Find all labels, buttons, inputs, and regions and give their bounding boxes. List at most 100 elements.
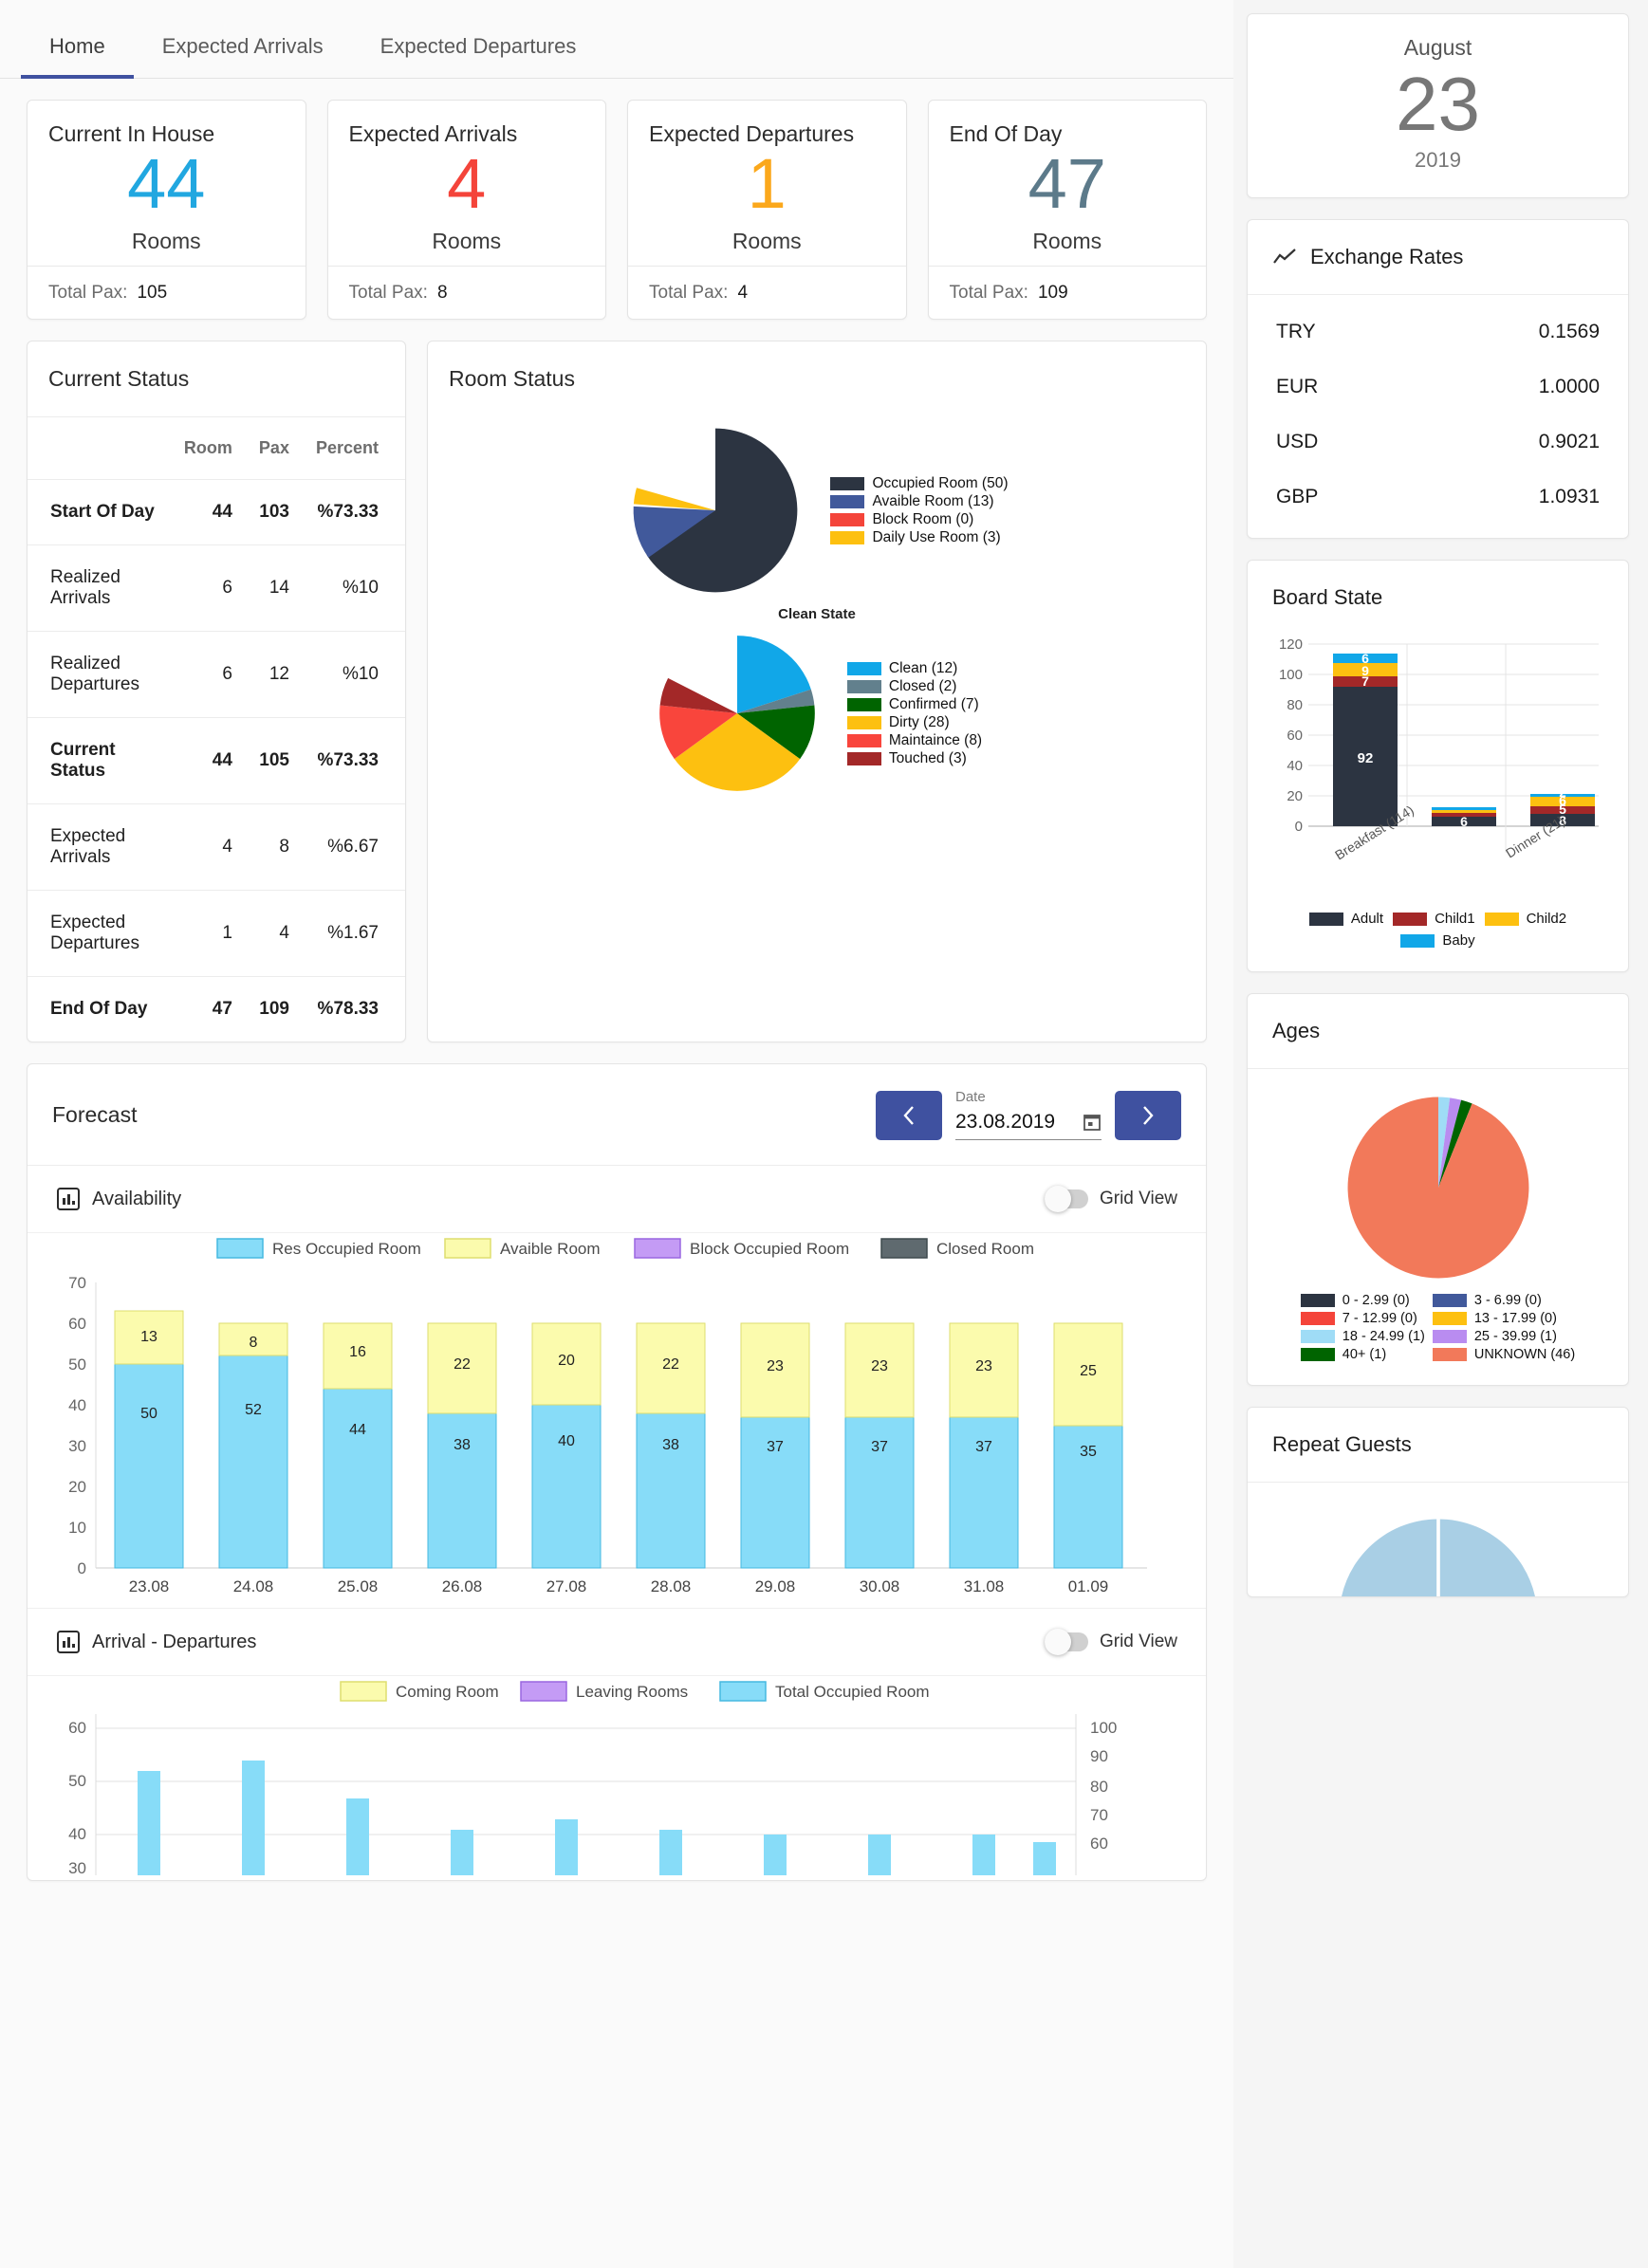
legend-item: Daily Use Room (3) xyxy=(830,529,1008,546)
board-state-card: Board State 120 100 80 60 40 20 0 92 7 9… xyxy=(1247,560,1629,972)
previous-date-button[interactable] xyxy=(876,1091,942,1140)
svg-text:70: 70 xyxy=(1090,1806,1108,1824)
kpi-body: 1 Rooms xyxy=(628,139,906,266)
col-blank xyxy=(28,416,171,480)
availability-grid-view-toggle[interactable] xyxy=(1044,1186,1088,1212)
tab-bar: Home Expected Arrivals Expected Departur… xyxy=(0,0,1233,79)
kpi-card-expected-departures[interactable]: Expected Departures 1 Rooms Total Pax: 4 xyxy=(627,100,907,320)
total-pax-label: Total Pax: xyxy=(649,282,729,303)
calendar-icon[interactable] xyxy=(1083,1113,1102,1132)
date-input-inner[interactable]: 23.08.2019 xyxy=(955,1111,1102,1140)
svg-text:23: 23 xyxy=(975,1358,992,1374)
total-pax-value: 4 xyxy=(737,282,749,303)
svg-text:8: 8 xyxy=(250,1335,258,1351)
total-pax-value: 109 xyxy=(1037,282,1068,303)
repeat-guests-pie-wrap xyxy=(1248,1483,1628,1596)
rate-row: EUR 1.0000 xyxy=(1248,360,1628,415)
kpi-card-row: Current In House 44 Rooms Total Pax: 105… xyxy=(0,79,1233,320)
legend-swatch-0-2 xyxy=(1300,1294,1335,1307)
availability-chart: Res Occupied Room Avaible Room Block Occ… xyxy=(68,1238,1147,1595)
svg-text:30: 30 xyxy=(68,1859,86,1875)
svg-text:30: 30 xyxy=(68,1437,86,1455)
svg-text:6: 6 xyxy=(1361,651,1369,666)
clean-state-pie-block: Clean (12) Closed (2) Confirmed (7) Dirt… xyxy=(428,628,1206,799)
legend-item: UNKNOWN (46) xyxy=(1432,1347,1575,1362)
svg-text:40: 40 xyxy=(68,1825,86,1843)
arrival-departures-chart: Coming Room Leaving Rooms Total Occupied… xyxy=(68,1681,1117,1877)
kpi-card-current-in-house[interactable]: Current In House 44 Rooms Total Pax: 105 xyxy=(27,100,306,320)
legend-label: Baby xyxy=(1442,932,1475,949)
col-pax: Pax xyxy=(245,416,303,480)
row-pax: 109 xyxy=(245,976,303,1042)
legend-swatch-total-occupied-room xyxy=(719,1681,767,1702)
board-state-title: Board State xyxy=(1272,585,1383,609)
bar-group-4: 40 20 27.08 xyxy=(531,1322,602,1595)
next-date-button[interactable] xyxy=(1115,1091,1181,1140)
room-status-pie-block: Occupied Room (50) Avaible Room (13) Blo… xyxy=(428,420,1206,600)
kpi-card-end-of-day[interactable]: End Of Day 47 Rooms Total Pax: 109 xyxy=(927,100,1207,320)
legend-swatch-avaible-room xyxy=(830,494,865,508)
arrival-departures-grid-view-toggle-group[interactable]: Grid View xyxy=(1044,1629,1177,1655)
svg-text:60: 60 xyxy=(1287,728,1303,744)
room-status-legend: Occupied Room (50) Avaible Room (13) Blo… xyxy=(830,475,1009,546)
legend-item: Avaible Room (13) xyxy=(830,493,1008,510)
board-state-bar-dinner: 8 5 6 2 Dinner (21) xyxy=(1503,785,1595,861)
svg-text:10: 10 xyxy=(68,1519,86,1537)
kpi-value: 1 xyxy=(747,143,787,223)
availability-grid-view-toggle-group[interactable]: Grid View xyxy=(1044,1186,1177,1212)
legend-label-res-occupied-room: Res Occupied Room xyxy=(272,1240,421,1258)
kpi-card-expected-arrivals[interactable]: Expected Arrivals 4 Rooms Total Pax: 8 xyxy=(326,100,606,320)
arrival-departures-grid-view-toggle[interactable] xyxy=(1044,1629,1088,1655)
arrival-departures-label: Arrival - Departures xyxy=(92,1631,257,1652)
availability-label-group: Availability xyxy=(56,1187,181,1211)
legend-swatch-coming-room xyxy=(340,1681,387,1702)
table-row: End Of Day 47 109 %78.33 xyxy=(28,976,405,1042)
legend-item: Clean (12) xyxy=(846,660,982,677)
total-pax-value: 105 xyxy=(137,282,168,303)
kpi-footer: Total Pax: 4 xyxy=(628,266,906,319)
table-row: Start Of Day 44 103 %73.33 xyxy=(28,479,405,545)
svg-text:37: 37 xyxy=(871,1439,888,1455)
room-status-card: Room Status Occupied Room (50) Avaible R… xyxy=(427,341,1207,1042)
clean-state-title: Clean State xyxy=(778,606,856,622)
kpi-footer: Total Pax: 8 xyxy=(327,266,605,319)
repeat-guests-pie-chart xyxy=(1341,1517,1535,1596)
kpi-value: 44 xyxy=(127,143,206,223)
row-label: End Of Day xyxy=(28,976,171,1042)
exchange-rates-header: Exchange Rates xyxy=(1248,220,1628,295)
room-status-pie-chart xyxy=(634,428,798,593)
kpi-value: 47 xyxy=(1028,143,1106,223)
row-room: 47 xyxy=(170,976,246,1042)
availability-grid-view-label: Grid View xyxy=(1099,1189,1177,1208)
tab-expected-departures[interactable]: Expected Departures xyxy=(352,34,605,78)
rate-code: USD xyxy=(1276,431,1319,452)
arrival-departures-label-group: Arrival - Departures xyxy=(56,1630,256,1654)
table-header-row: Room Pax Percent xyxy=(28,416,405,480)
svg-text:22: 22 xyxy=(454,1356,471,1373)
kpi-unit: Rooms xyxy=(1032,229,1102,254)
arrival-departures-header: Arrival - Departures Grid View xyxy=(28,1608,1206,1676)
tab-home[interactable]: Home xyxy=(21,34,134,79)
svg-text:90: 90 xyxy=(1090,1747,1108,1765)
tab-expected-arrivals[interactable]: Expected Arrivals xyxy=(134,34,352,78)
svg-text:25.08: 25.08 xyxy=(338,1577,379,1595)
date-input[interactable]: 23.08.2019 xyxy=(955,1111,1055,1134)
svg-text:37: 37 xyxy=(767,1439,784,1455)
legend-label: Dirty (28) xyxy=(888,713,950,730)
availability-header: Availability Grid View xyxy=(28,1166,1206,1233)
rate-row: GBP 1.0931 xyxy=(1248,470,1628,525)
legend-label: 40+ (1) xyxy=(1342,1347,1387,1362)
row-pax: 12 xyxy=(245,631,303,718)
svg-text:70: 70 xyxy=(68,1274,86,1292)
date-label: Date xyxy=(955,1089,986,1105)
row-pax: 105 xyxy=(245,717,303,804)
svg-text:31.08: 31.08 xyxy=(964,1577,1005,1595)
table-row: Realized Arrivals 6 14 %10 xyxy=(28,544,405,632)
legend-swatch-25-39 xyxy=(1432,1330,1467,1343)
bar-total-occupied-room xyxy=(346,1798,369,1875)
legend-swatch-3-6 xyxy=(1432,1294,1467,1307)
legend-item: Occupied Room (50) xyxy=(830,475,1009,492)
row-label: Start Of Day xyxy=(28,479,171,545)
date-field[interactable]: Date 23.08.2019 xyxy=(955,1089,1102,1140)
bar-total-occupied-room xyxy=(868,1835,891,1875)
